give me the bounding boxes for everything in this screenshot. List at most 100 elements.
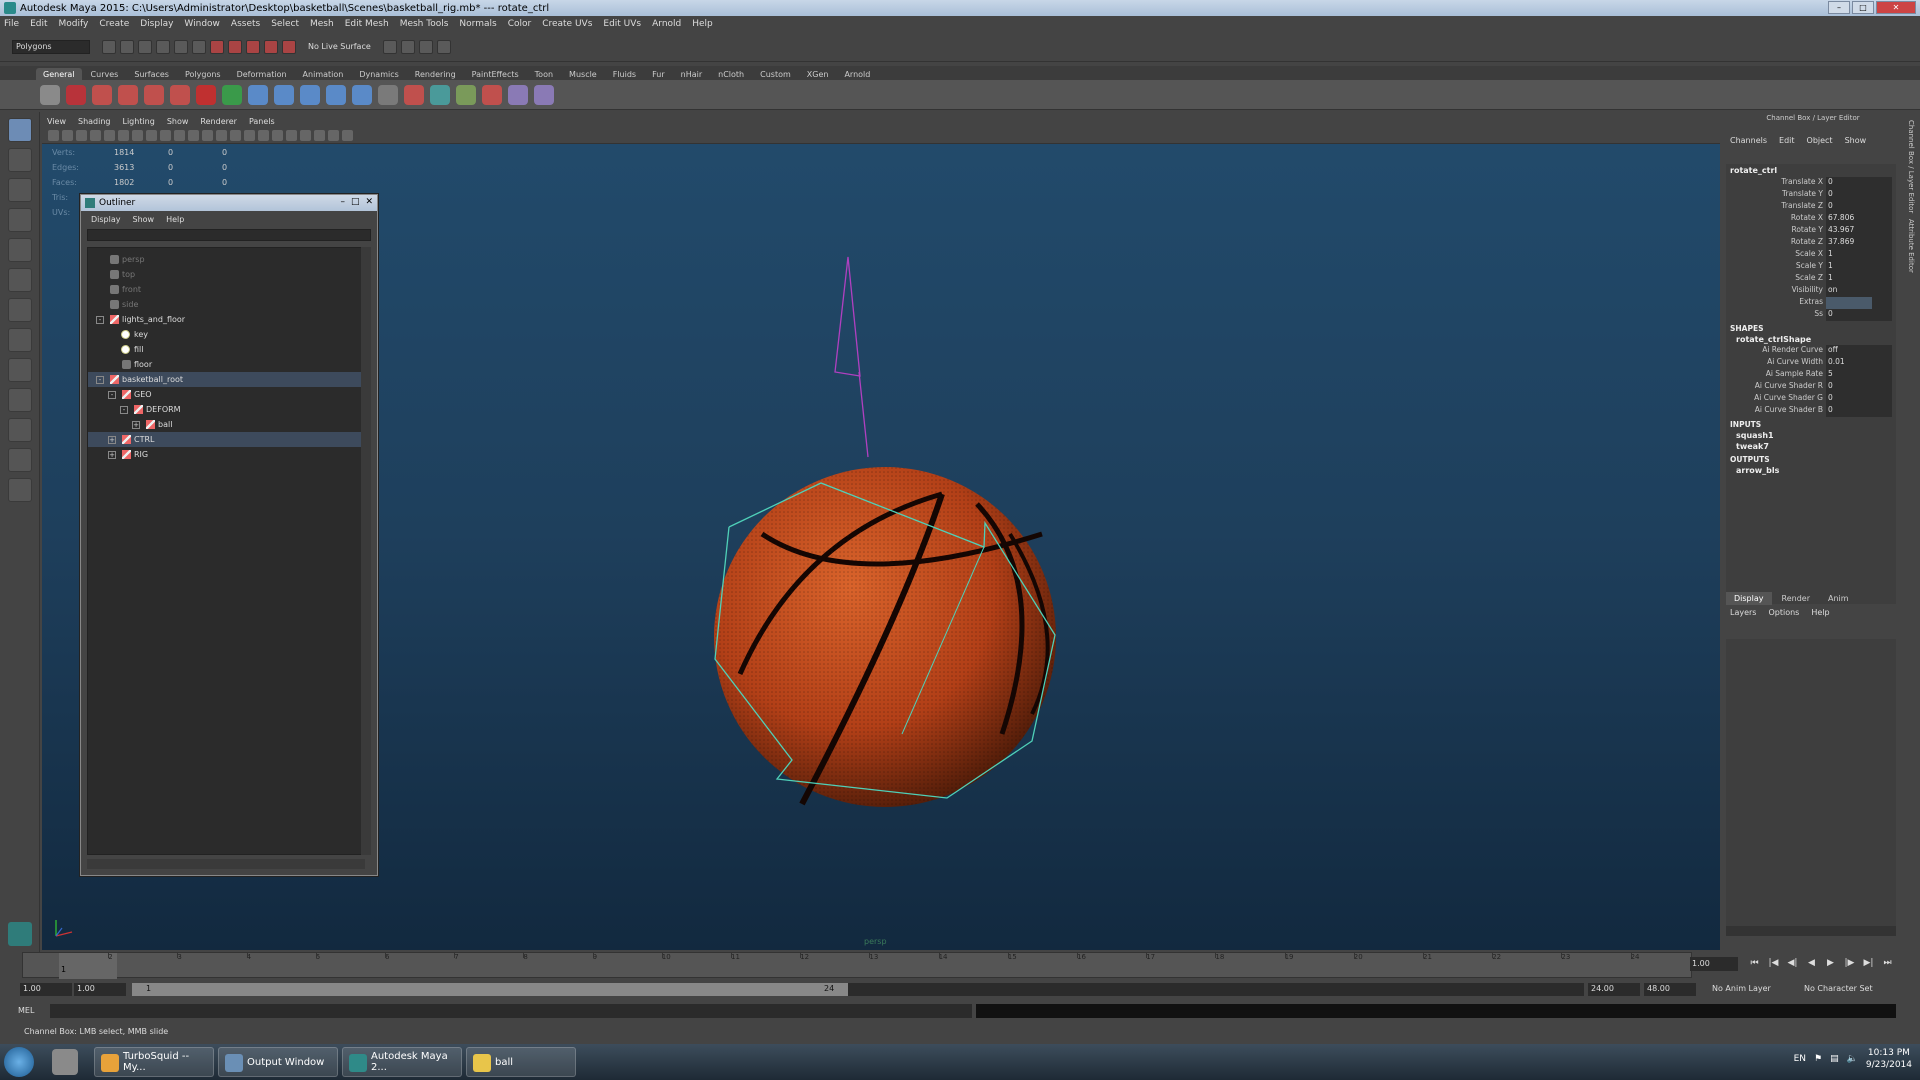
paint-select-icon[interactable] [7, 178, 32, 202]
lasso-tool-icon[interactable] [7, 148, 32, 172]
channel-attribute[interactable]: Rotate Z 37.869 [1726, 237, 1896, 249]
arc-tool-icon[interactable] [170, 84, 190, 105]
channel-attribute[interactable]: Scale Z1 [1726, 273, 1896, 285]
shadows-icon[interactable] [272, 130, 283, 141]
attribute-value[interactable]: 0 [1826, 381, 1892, 393]
viewport-menu-lighting[interactable]: Lighting [122, 117, 154, 126]
xray-icon[interactable] [342, 130, 353, 141]
channel-attribute[interactable]: Rotate X 67.806 [1726, 213, 1896, 225]
channel-attribute[interactable]: Translate Z0 [1726, 201, 1896, 213]
outliner-row[interactable]: + CTRL [88, 432, 364, 447]
menu-edit-uvs[interactable]: Edit UVs [603, 19, 641, 29]
play-forward-icon[interactable]: ▶ [1824, 958, 1837, 969]
outliner-row[interactable]: + RIG [88, 447, 364, 462]
menu-modify[interactable]: Modify [59, 19, 89, 29]
range-slider-handle[interactable]: 1 24 [132, 983, 848, 996]
lattice-icon[interactable] [430, 84, 450, 105]
resolution-gate-icon[interactable] [132, 130, 143, 141]
outliner-menu-help[interactable]: Help [166, 215, 184, 224]
menu-edit[interactable]: Edit [30, 19, 47, 29]
channel-attribute[interactable]: Translate X0 [1726, 177, 1896, 189]
manipulator-icon[interactable] [7, 298, 32, 322]
expand-toggle-icon[interactable]: - [96, 315, 104, 324]
attribute-value[interactable]: 0 [1826, 189, 1892, 201]
shelf-tab-ncloth[interactable]: nCloth [711, 68, 751, 80]
shelf-tab-deformation[interactable]: Deformation [230, 68, 294, 80]
shelf-tab-custom[interactable]: Custom [753, 68, 798, 80]
range-slider-track[interactable]: 1 24 [132, 983, 1584, 996]
select-hierarchy-icon[interactable] [156, 39, 170, 54]
bookmark-icon[interactable] [76, 130, 87, 141]
camera-attributes-icon[interactable] [62, 130, 73, 141]
layer-tab-anim[interactable]: Anim [1820, 592, 1857, 605]
attribute-value[interactable] [1826, 297, 1892, 309]
menu-window[interactable]: Window [184, 19, 220, 29]
smooth-shade-icon[interactable] [216, 130, 227, 141]
ep-curve-icon[interactable] [118, 84, 138, 105]
select-component-icon[interactable] [192, 39, 206, 54]
layer-list-scrollbar[interactable] [1726, 926, 1896, 936]
menu-file[interactable]: File [4, 19, 19, 29]
tray-volume-icon[interactable]: 🔈 [1847, 1054, 1858, 1064]
outliner-row[interactable]: - DEFORM [88, 402, 364, 417]
render-settings-icon[interactable] [436, 39, 451, 54]
persp-outliner-layout-icon[interactable] [7, 388, 32, 412]
outliner-vscrollbar[interactable] [361, 247, 371, 855]
outliner-row[interactable]: top [88, 267, 364, 282]
layer-menu-layers[interactable]: Layers [1730, 608, 1756, 617]
menu-select[interactable]: Select [271, 19, 299, 29]
expand-toggle-icon[interactable]: - [108, 390, 116, 399]
tray-flag-icon[interactable]: ⚑ [1814, 1054, 1822, 1064]
attribute-value[interactable]: off [1826, 345, 1892, 357]
channel-attribute[interactable]: Ai Curve Shader G0 [1726, 393, 1896, 405]
menu-help[interactable]: Help [692, 19, 713, 29]
viewport-menu-renderer[interactable]: Renderer [200, 117, 237, 126]
shelf-tab-arnold[interactable]: Arnold [837, 68, 877, 80]
channel-attribute[interactable]: Visibility on [1726, 285, 1896, 297]
film-gate-icon[interactable] [118, 130, 129, 141]
gate-mask-icon[interactable] [146, 130, 157, 141]
wireframe-icon[interactable] [202, 130, 213, 141]
sphere-icon[interactable] [248, 84, 268, 105]
attribute-value[interactable]: 0 [1826, 393, 1892, 405]
camera-select-icon[interactable] [48, 130, 59, 141]
step-back-frame-icon[interactable]: ◀| [1786, 958, 1799, 969]
playback-end-field[interactable]: 24.00 [1588, 983, 1640, 996]
close-button[interactable]: ✕ [1876, 1, 1916, 14]
shelf-tab-animation[interactable]: Animation [296, 68, 351, 80]
attribute-value[interactable]: 43.967 [1826, 225, 1892, 237]
shelf-tab-general[interactable]: General [36, 68, 82, 80]
paint-tool-icon[interactable] [196, 84, 216, 105]
menu-assets[interactable]: Assets [231, 19, 260, 29]
time-slider-track[interactable]: 123456789101112131415161718192021222324 … [22, 952, 1692, 979]
start-button-icon[interactable] [4, 1047, 34, 1077]
safe-action-icon[interactable] [174, 130, 185, 141]
channel-attribute[interactable]: Rotate Y 43.967 [1726, 225, 1896, 237]
shelf-tab-fur[interactable]: Fur [645, 68, 672, 80]
select-tool-icon[interactable] [7, 118, 32, 142]
image-plane-icon[interactable] [90, 130, 101, 141]
language-indicator[interactable]: EN [1794, 1054, 1806, 1064]
side-tab[interactable]: Attribute Editor [1907, 219, 1915, 273]
render-frame-icon[interactable] [400, 39, 415, 54]
taskbar-task[interactable]: TurboSquid -- My... [94, 1047, 214, 1077]
channel-menu-edit[interactable]: Edit [1779, 136, 1795, 145]
menu-display[interactable]: Display [140, 19, 173, 29]
help-icon[interactable] [66, 84, 86, 105]
deformer-icon[interactable] [404, 84, 424, 105]
sculpt-tool-icon[interactable] [222, 84, 242, 105]
attribute-value[interactable]: 1 [1826, 261, 1892, 273]
outliner-hscrollbar[interactable] [87, 859, 365, 869]
maximize-button[interactable]: □ [1852, 1, 1874, 14]
input-node[interactable]: tweak7 [1726, 441, 1896, 452]
pencil-curve-icon[interactable] [144, 84, 164, 105]
shape-node-name[interactable]: rotate_ctrlShape [1726, 334, 1896, 345]
arrow-control[interactable] [834, 256, 869, 458]
attribute-value[interactable]: 1 [1826, 249, 1892, 261]
minimize-button[interactable]: – [1828, 1, 1850, 14]
channel-attribute[interactable]: Extras [1726, 297, 1896, 309]
expand-toggle-icon[interactable]: - [96, 375, 104, 384]
channel-attribute[interactable]: Ai Render Curve off [1726, 345, 1896, 357]
side-tab[interactable]: Channel Box / Layer Editor [1907, 120, 1915, 213]
scale-tool-icon[interactable] [7, 268, 32, 292]
